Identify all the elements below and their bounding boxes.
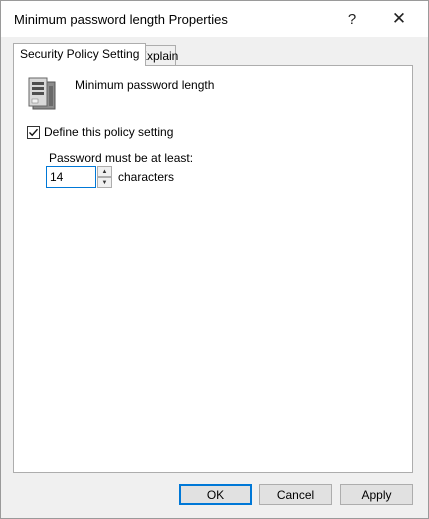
define-policy-checkbox[interactable] — [27, 125, 40, 139]
password-length-spinner: ▲ ▼ characters — [46, 166, 174, 188]
checkmark-icon — [29, 128, 39, 136]
spin-up-button[interactable]: ▲ — [97, 166, 112, 177]
units-label: characters — [118, 170, 175, 184]
policy-name: Minimum password length — [75, 78, 215, 92]
window-title: Minimum password length Properties — [14, 12, 228, 27]
server-policy-icon — [27, 76, 61, 110]
properties-dialog: Minimum password length Properties ? ✕ S… — [0, 0, 429, 519]
define-policy-label: Define this policy setting — [44, 125, 174, 139]
close-button[interactable]: ✕ — [381, 6, 417, 32]
password-length-label: Password must be at least: — [49, 151, 194, 165]
spin-buttons: ▲ ▼ — [97, 166, 112, 188]
spin-down-button[interactable]: ▼ — [97, 177, 112, 188]
password-length-input[interactable] — [46, 166, 96, 188]
ok-button[interactable]: OK — [179, 484, 252, 505]
help-button[interactable]: ? — [334, 6, 370, 32]
cancel-button[interactable]: Cancel — [259, 484, 332, 505]
title-bar: Minimum password length Properties ? ✕ — [1, 1, 428, 37]
tab-security-policy-setting[interactable]: Security Policy Setting — [13, 43, 147, 66]
define-policy-checkbox-row[interactable]: Define this policy setting — [27, 125, 173, 139]
apply-button[interactable]: Apply — [340, 484, 413, 505]
tab-panel: Minimum password length Define this poli… — [13, 65, 413, 473]
